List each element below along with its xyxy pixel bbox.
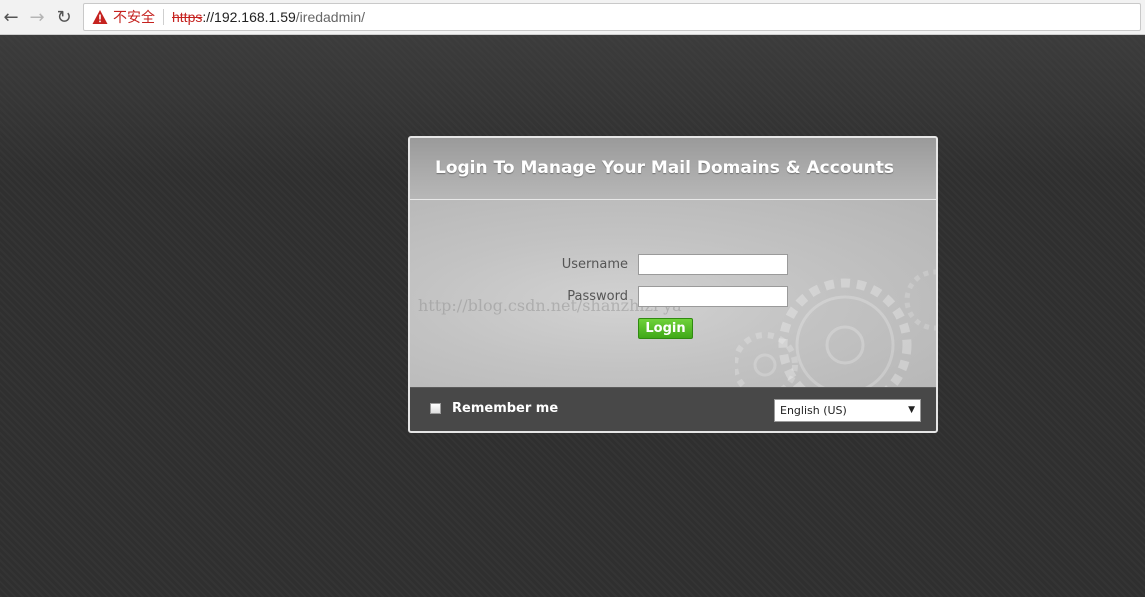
login-panel: Login To Manage Your Mail Domains & Acco… [408,136,938,433]
username-label: Username [561,257,628,272]
url-path: /iredadmin/ [295,9,366,25]
login-title: Login To Manage Your Mail Domains & Acco… [435,158,894,178]
warning-triangle-icon [92,10,108,24]
login-button[interactable]: Login [638,318,693,339]
remember-me-checkbox[interactable] [430,403,441,414]
remember-me-label[interactable]: Remember me [452,401,558,416]
back-icon[interactable]: ← [0,5,22,29]
password-input[interactable] [638,286,788,307]
username-input[interactable] [638,254,788,275]
login-form: http://blog.csdn.net/shanzhizi ya Userna… [410,200,936,390]
insecure-label[interactable]: 不安全 [113,7,155,27]
login-header: Login To Manage Your Mail Domains & Acco… [410,138,936,200]
gears-illustration [735,269,936,390]
login-footer: Remember me English (US) ▼ [410,387,936,431]
browser-toolbar: ← → ↻ 不安全 https://192.168.1.59/iredadmin… [0,0,1145,35]
language-selected-value: English (US) [780,404,847,417]
dropdown-arrow-icon: ▼ [908,405,915,415]
password-label: Password [567,289,628,304]
reload-icon[interactable]: ↻ [53,5,75,29]
address-bar[interactable]: 不安全 https://192.168.1.59/iredadmin/ [83,3,1141,31]
address-separator [163,9,164,25]
forward-icon[interactable]: → [26,5,48,29]
url-scheme: https [172,9,203,25]
language-select[interactable]: English (US) ▼ [774,399,921,422]
url-host: ://192.168.1.59 [202,9,296,25]
